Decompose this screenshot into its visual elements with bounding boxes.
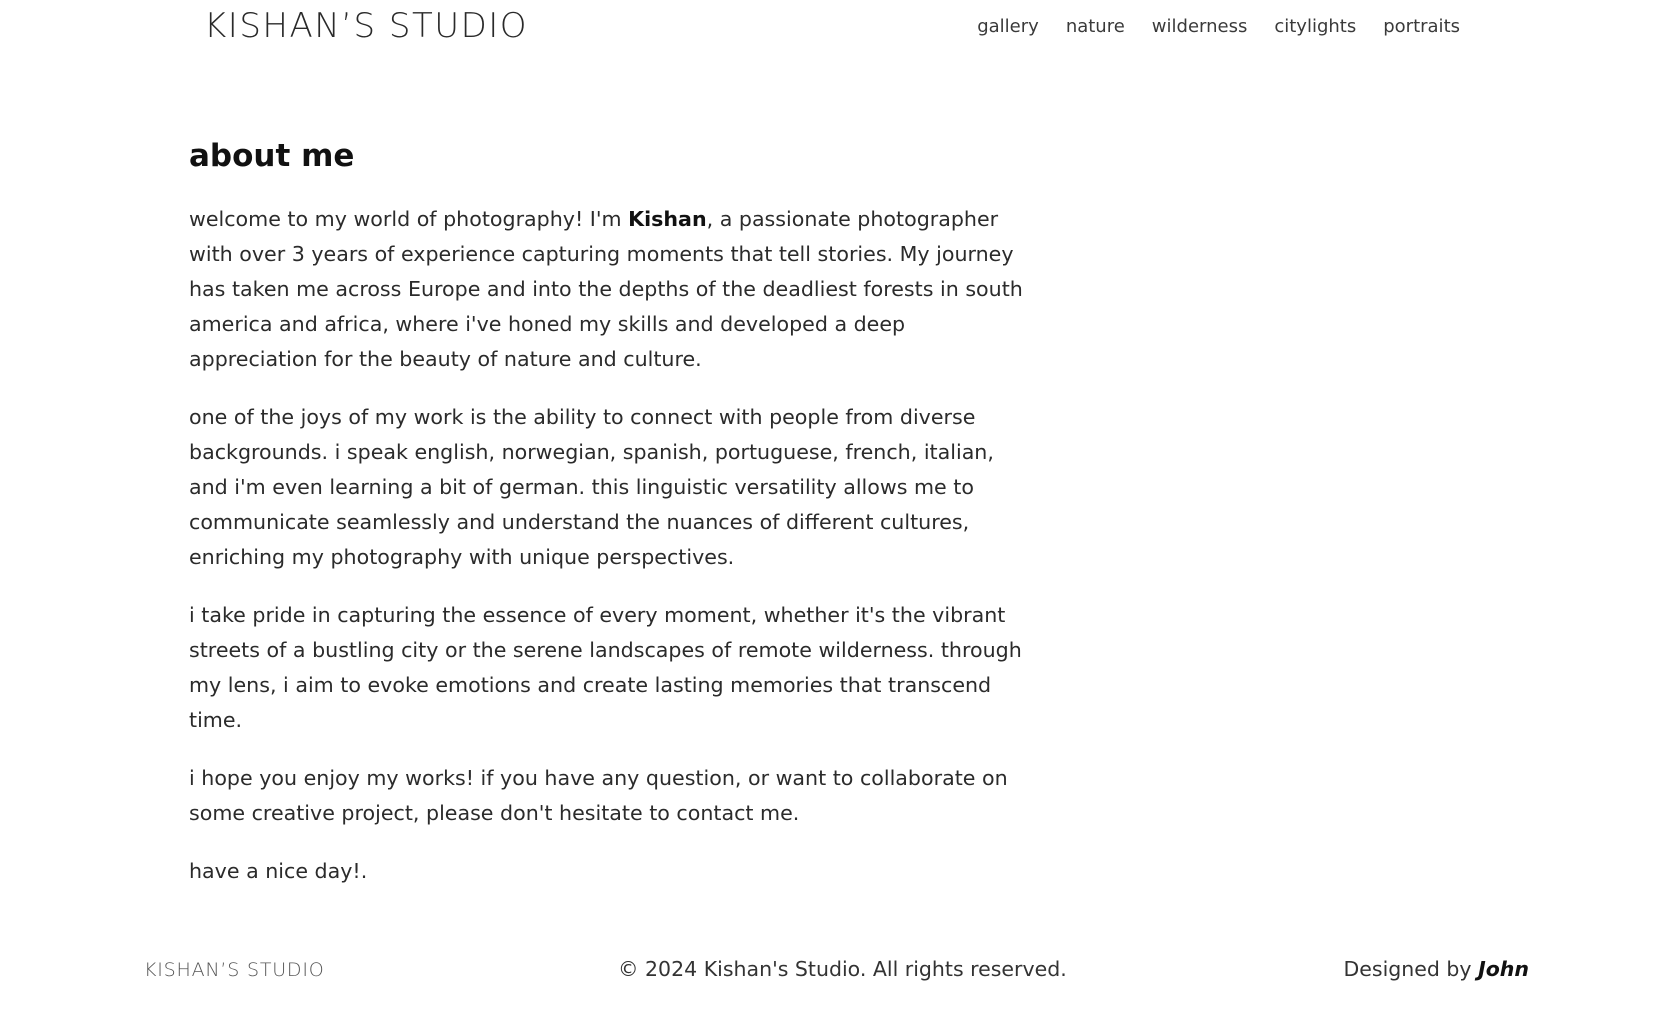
languages-paragraph: one of the joys of my work is the abilit… [189, 405, 994, 569]
nav-link-nature[interactable]: nature [1066, 16, 1125, 37]
site-logo[interactable]: KISHAN’S STUDIO [204, 6, 528, 46]
intro-text-start: welcome to my world of photography! I'm [189, 207, 629, 231]
nav-link-gallery[interactable]: gallery [977, 16, 1039, 37]
nav-link-wilderness[interactable]: wilderness [1152, 16, 1248, 37]
designer-credit-prefix: Designed by [1343, 957, 1479, 981]
designer-name: John [1478, 957, 1529, 981]
footer-logo[interactable]: KISHAN’S STUDIO [144, 959, 325, 981]
contact-paragraph: i hope you enjoy my works! if you have a… [189, 766, 1008, 825]
intro-text-end: , a passionate photographer with over 3 … [189, 207, 1023, 371]
author-name: Kishan [628, 207, 707, 231]
designer-credit: Designed by John [1344, 957, 1530, 981]
closing-paragraph: have a nice day!. [189, 859, 368, 883]
page-title: about me [189, 138, 355, 174]
nav-link-citylights[interactable]: citylights [1274, 16, 1356, 37]
site-header: KISHAN’S STUDIO gallery nature wildernes… [0, 0, 1656, 62]
main-nav: gallery nature wilderness citylights por… [977, 16, 1460, 37]
nav-link-portraits[interactable]: portraits [1383, 16, 1460, 37]
site-footer: KISHAN’S STUDIO © 2024 Kishan's Studio. … [0, 955, 1656, 995]
essence-paragraph: i take pride in capturing the essence of… [189, 603, 1022, 732]
about-section: about me welcome to my world of photogra… [189, 138, 1039, 912]
copyright-text: © 2024 Kishan's Studio. All rights reser… [618, 957, 1067, 981]
intro-paragraph: welcome to my world of photography! I'm … [189, 202, 1039, 377]
